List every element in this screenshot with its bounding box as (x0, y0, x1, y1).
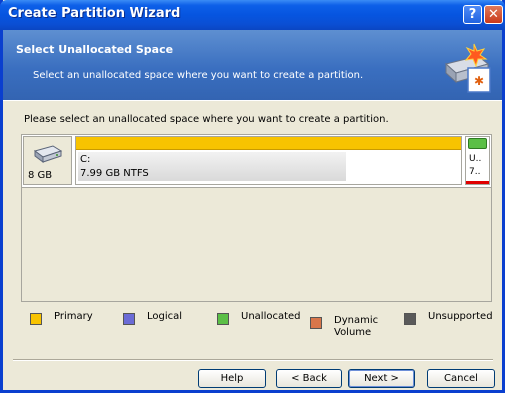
partition-info: 7.. (469, 167, 481, 177)
primary-partition-bar (76, 137, 461, 150)
legend-unallocated: Unallocated (217, 311, 301, 325)
header-subtitle: Select an unallocated space where you wa… (33, 70, 364, 81)
legend-primary: Primary (30, 311, 93, 325)
unallocated-partition-bar (468, 138, 487, 149)
disk-size-label: 8 GB (28, 170, 53, 181)
disk-map-panel: 8 GB C: 7.99 GB NTFS U.. 7.. (21, 134, 492, 302)
unsupported-swatch (404, 313, 416, 325)
help-icon: ? (468, 7, 477, 22)
unallocated-swatch (217, 313, 229, 325)
disk-button[interactable]: 8 GB (23, 136, 72, 185)
back-button[interactable]: < Back (276, 369, 342, 388)
wizard-content: Please select an unallocated space where… (3, 100, 502, 361)
dynamic-volume-swatch (310, 317, 322, 329)
instruction-text: Please select an unallocated space where… (24, 114, 389, 125)
cancel-button[interactable]: Cancel (427, 369, 495, 388)
partition-unallocated[interactable]: U.. 7.. (465, 136, 490, 185)
primary-swatch (30, 313, 42, 325)
legend-label: Unsupported (428, 311, 493, 322)
legend-label: Logical (147, 311, 183, 322)
legend-dynamic-volume: Dynamic Volume (310, 315, 378, 339)
title-close-button[interactable]: ✕ (484, 5, 503, 24)
legend-label: Dynamic Volume (334, 315, 379, 338)
hard-disk-icon (33, 145, 63, 163)
title-bar[interactable]: Create Partition Wizard ? ✕ (0, 0, 505, 30)
help-button[interactable]: Help (198, 369, 266, 388)
title-help-button[interactable]: ? (463, 5, 482, 24)
next-button[interactable]: Next > (348, 369, 415, 388)
header-title: Select Unallocated Space (16, 43, 174, 56)
legend-label: Primary (54, 311, 93, 322)
selection-indicator (466, 181, 489, 184)
legend-logical: Logical (123, 311, 182, 325)
partition-c[interactable]: C: 7.99 GB NTFS (75, 136, 462, 185)
legend-unsupported: Unsupported (404, 311, 493, 325)
partition-info: 7.99 GB NTFS (80, 168, 149, 179)
window-title: Create Partition Wizard (8, 6, 181, 21)
svg-text:✱: ✱ (474, 74, 484, 88)
partition-name: C: (80, 154, 91, 165)
footer-separator (13, 359, 493, 361)
create-partition-wizard-window: Create Partition Wizard ? ✕ Select Unall… (0, 0, 505, 393)
hard-disk-wizard-icon: ✱ (444, 43, 491, 93)
logical-swatch (123, 313, 135, 325)
legend-label: Unallocated (241, 311, 301, 322)
disk-row: 8 GB C: 7.99 GB NTFS U.. 7.. (22, 135, 491, 188)
close-icon: ✕ (488, 7, 499, 22)
partition-name: U.. (469, 154, 482, 164)
wizard-header: Select Unallocated Space Select an unall… (3, 30, 502, 100)
